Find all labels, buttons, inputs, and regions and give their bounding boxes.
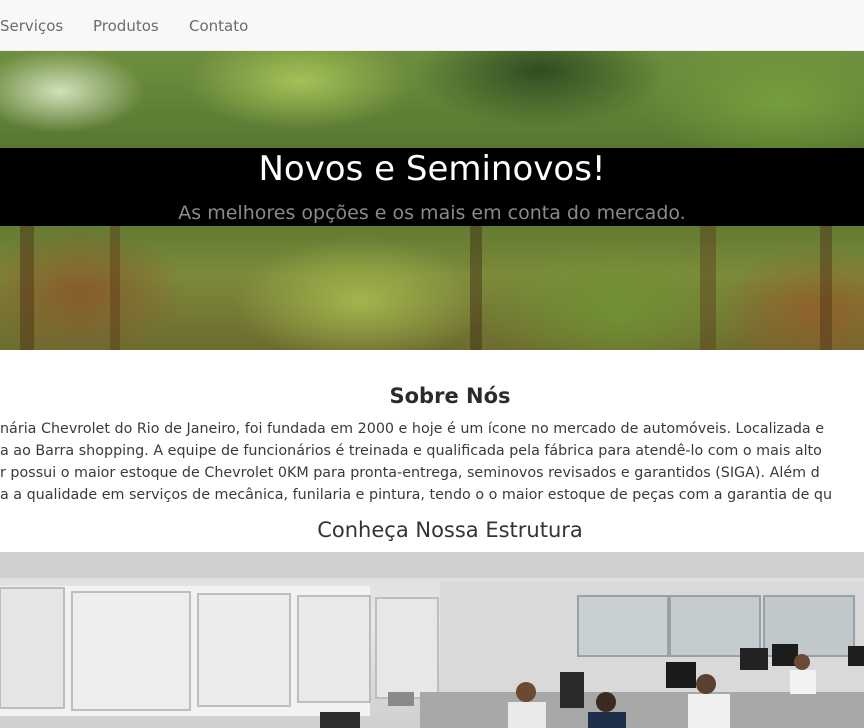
person-shirt — [508, 702, 546, 728]
structure-photo — [0, 552, 864, 728]
ceiling — [0, 552, 864, 578]
hero-subtitle: As melhores opções e os mais em conta do… — [178, 202, 686, 224]
structure-title: Conheça Nossa Estrutura — [317, 518, 583, 542]
chair — [320, 712, 360, 728]
person-head — [794, 654, 810, 670]
hero-title: Novos e Seminovos! — [258, 149, 606, 189]
monitor — [848, 646, 864, 666]
window-pane — [0, 587, 65, 709]
monitor — [740, 648, 768, 670]
about-paragraph: nária Chevrolet do Rio de Janeiro, foi f… — [0, 418, 864, 508]
window-pane — [577, 595, 669, 657]
window-pane — [375, 597, 439, 699]
about-line: nária Chevrolet do Rio de Janeiro, foi f… — [0, 421, 825, 437]
chair — [560, 672, 584, 708]
about-title: Sobre Nós — [389, 384, 511, 408]
about-line: a a qualidade em serviços de mecânica, f… — [0, 487, 833, 503]
person-head — [696, 674, 716, 694]
person-shirt — [688, 694, 730, 728]
nav-link-servicos[interactable]: Serviços — [0, 16, 63, 36]
person-shirt — [790, 670, 816, 694]
nav-link-contato[interactable]: Contato — [189, 16, 248, 36]
office-photo-illustration — [0, 552, 864, 728]
window-pane — [197, 593, 291, 707]
monitor — [666, 662, 696, 688]
window-pane — [669, 595, 761, 657]
person-head — [516, 682, 536, 702]
about-line: a ao Barra shopping. A equipe de funcion… — [0, 443, 822, 459]
nav-link-produtos[interactable]: Produtos — [93, 16, 159, 36]
person-shirt — [588, 712, 626, 728]
about-line: r possui o maior estoque de Chevrolet 0K… — [0, 465, 820, 481]
desk-row — [420, 692, 864, 728]
top-navbar: Serviços Produtos Contato — [0, 0, 864, 51]
printer — [388, 692, 414, 706]
person-head — [596, 692, 616, 712]
hero-banner: Novos e Seminovos! As melhores opções e … — [0, 51, 864, 350]
window-pane — [297, 595, 371, 703]
window-pane — [71, 591, 191, 711]
